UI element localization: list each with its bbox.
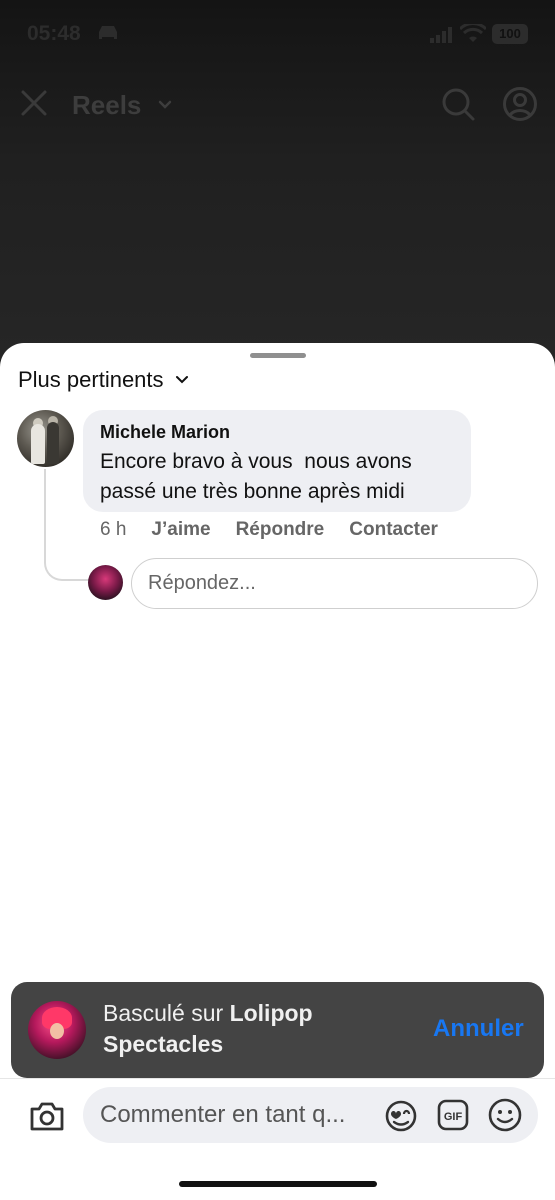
chevron-down-icon[interactable] [156, 96, 174, 114]
comment-input[interactable]: Commenter en tant q... GIF [83, 1087, 538, 1143]
gif-icon[interactable]: GIF [437, 1099, 469, 1131]
camera-icon[interactable] [28, 1097, 66, 1135]
avatar[interactable] [17, 410, 74, 467]
undo-button[interactable]: Annuler [433, 1015, 524, 1043]
sheet-grabber[interactable] [250, 353, 306, 358]
chevron-down-icon [175, 376, 188, 384]
battery-indicator: 100 [492, 24, 528, 44]
reels-top-bar: Reels [0, 78, 555, 134]
car-icon [99, 26, 117, 39]
composer-divider [0, 1078, 555, 1079]
page-switch-toast: Basculé sur Lolipop Spectacles Annuler [11, 982, 544, 1078]
contact-button[interactable]: Contacter [349, 519, 438, 541]
reply-button[interactable]: Répondre [236, 519, 325, 541]
emoji-icon[interactable] [487, 1097, 523, 1133]
sort-label: Plus pertinents [18, 367, 164, 392]
page-title[interactable]: Reels [72, 90, 141, 121]
comment-text: Encore bravo à vous nous avons passé une… [100, 450, 418, 503]
reply-input[interactable]: Répondez... [131, 558, 538, 609]
like-button[interactable]: J’aime [151, 519, 210, 541]
comment-author[interactable]: Michele Marion [100, 422, 454, 443]
profile-icon[interactable] [502, 86, 538, 122]
toast-prefix: Basculé sur [103, 1000, 230, 1026]
svg-text:GIF: GIF [444, 1111, 463, 1123]
sticker-icon[interactable] [384, 1098, 418, 1132]
status-time: 05:48 [27, 22, 81, 45]
home-indicator[interactable] [179, 1181, 377, 1187]
comment-actions: 6 h J’aime Répondre Contacter [100, 519, 463, 541]
close-icon[interactable] [19, 88, 49, 118]
status-bar: 05:48 100 [0, 0, 555, 70]
comment-bubble[interactable]: Michele Marion Encore bravo à vous nous … [83, 410, 471, 512]
sort-selector[interactable]: Plus pertinents [18, 367, 190, 393]
wifi-icon [460, 24, 486, 42]
cellular-signal-icon [430, 27, 452, 43]
search-icon[interactable] [440, 86, 476, 122]
comment-placeholder: Commenter en tant q... [100, 1101, 346, 1128]
comment-time: 6 h [100, 519, 127, 540]
toast-message: Basculé sur Lolipop Spectacles [103, 998, 403, 1060]
avatar [88, 565, 123, 600]
avatar [28, 1001, 86, 1059]
